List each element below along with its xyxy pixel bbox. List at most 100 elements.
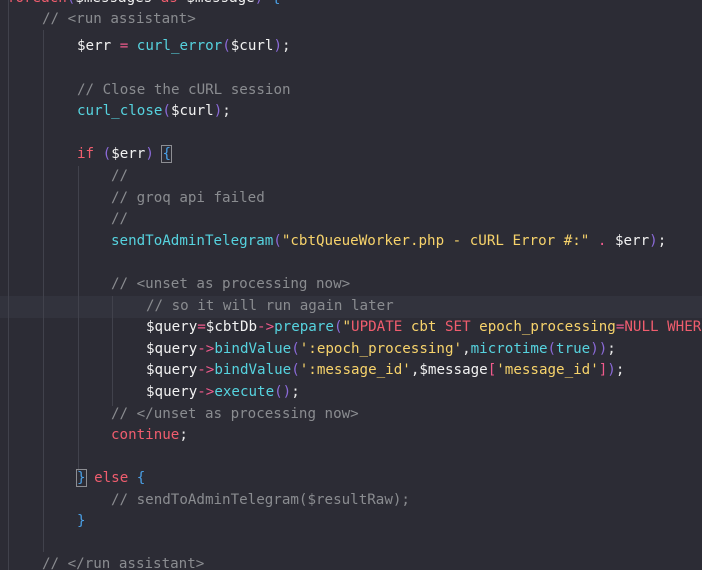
code-token: // sendToAdminTelegram($resultRaw); [111, 492, 410, 508]
code-line[interactable]: // <run assistant> [42, 9, 196, 31]
code-token: () [274, 384, 292, 400]
code-token: ; [179, 427, 188, 443]
code-token: -> [257, 319, 275, 335]
code-token: ( [222, 38, 231, 54]
code-token: // <run assistant> [42, 11, 196, 27]
code-token: // so it will run again later [146, 298, 394, 314]
code-token: $err [77, 38, 112, 54]
code-token: ( [547, 341, 557, 357]
code-token: ) [255, 0, 264, 6]
code-token: ; [615, 362, 625, 378]
code-token: ( [162, 103, 171, 119]
code-token: ':message_id' [299, 362, 411, 378]
code-line[interactable]: $query=$cbtDb->prepare("UPDATE cbt SET e… [146, 317, 702, 339]
code-token: " [342, 319, 352, 335]
code-token: // [111, 168, 129, 184]
code-token: bindValue [214, 341, 292, 357]
code-token: ) [273, 38, 283, 54]
code-line[interactable]: // Close the cURL session [77, 80, 291, 102]
code-token: microtime [470, 341, 548, 357]
code-token: ( [273, 233, 282, 249]
code-token: ':epoch_processing' [299, 341, 463, 357]
code-token: else [85, 470, 137, 486]
code-line[interactable]: } else { [76, 468, 145, 490]
code-token: ) [649, 233, 658, 249]
code-token: 'message_id' [496, 362, 599, 378]
code-token: ; [222, 103, 231, 119]
code-token: sendToAdminTelegram [111, 233, 274, 249]
code-token: epoch_processing [470, 319, 616, 335]
code-token: // [111, 211, 129, 227]
code-token: as [152, 0, 186, 6]
code-token: foreach [7, 0, 67, 6]
code-token: // </run assistant> [42, 556, 205, 570]
code-token: ( [291, 362, 300, 378]
code-token: $query [146, 319, 198, 335]
code-token: true [556, 341, 591, 357]
code-token: $curl [170, 103, 214, 119]
code-token: ) [145, 146, 154, 162]
code-token: "cbtQueueWorker.php - cURL Error #:" [281, 233, 590, 249]
code-line[interactable]: // so it will run again later [146, 296, 394, 318]
code-token: , [462, 341, 471, 357]
code-token: // <unset as processing now> [111, 276, 351, 292]
code-token: // Close the cURL session [77, 82, 291, 98]
code-token: $messages [75, 0, 152, 6]
code-line[interactable]: $query->bindValue(':message_id',$message… [146, 360, 624, 382]
code-token: $cbtDb [205, 319, 258, 335]
code-line[interactable]: $query->execute(); [146, 382, 300, 404]
code-token: . [589, 233, 615, 249]
code-token: = [111, 38, 137, 54]
code-token: ) [213, 103, 223, 119]
code-token: -> [197, 341, 215, 357]
code-token: SET [445, 319, 471, 335]
code-line[interactable]: // </unset as processing now> [111, 404, 359, 426]
code-token: execute [214, 384, 275, 400]
code-editor[interactable]: foreach ( $messages as $message) { // <run… [0, 0, 702, 570]
code-line[interactable]: if ($err) { [77, 144, 172, 166]
code-token: NULL [624, 319, 659, 335]
code-line[interactable]: // [111, 166, 128, 188]
code-line[interactable]: sendToAdminTelegram("cbtQueueWorker.php … [111, 231, 666, 253]
code-token: = [197, 319, 206, 335]
code-token: WHERE [667, 319, 702, 335]
code-line[interactable]: $err = curl_error($curl); [77, 36, 291, 58]
code-token: // groq api failed [111, 190, 265, 206]
code-token: ) [607, 362, 616, 378]
matching-bracket: { [161, 145, 172, 163]
code-token: UPDATE [351, 319, 403, 335]
code-token: $message [186, 0, 254, 6]
code-token: ; [291, 384, 300, 400]
code-line[interactable]: // </run assistant> [42, 554, 204, 570]
code-line[interactable]: $query->bindValue(':epoch_processing',mi… [146, 339, 616, 361]
code-token: )) [590, 341, 608, 357]
indent-guide [78, 166, 79, 471]
code-token: $query [146, 384, 198, 400]
code-line[interactable]: } [77, 511, 86, 533]
code-line[interactable]: // [111, 209, 128, 231]
code-line[interactable]: // groq api failed [111, 188, 265, 210]
code-token: } [77, 513, 86, 529]
code-token: cbt [402, 319, 445, 335]
code-token: -> [197, 384, 215, 400]
code-line[interactable]: // sendToAdminTelegram($resultRaw); [111, 490, 410, 512]
indent-guide [8, 0, 9, 570]
code-line[interactable]: // <unset as processing now> [111, 274, 350, 296]
code-token: // </unset as processing now> [111, 406, 359, 422]
code-token: curl_error [136, 38, 223, 54]
code-token: { [263, 0, 281, 6]
code-token: bindValue [214, 362, 292, 378]
code-line[interactable]: curl_close($curl); [77, 101, 231, 123]
code-token: ( [94, 146, 112, 162]
code-token: $query [146, 341, 198, 357]
code-line[interactable]: continue; [111, 425, 188, 447]
code-token: $message [419, 362, 488, 378]
code-token: prepare [274, 319, 334, 335]
code-token: curl_close [77, 103, 163, 119]
code-token: ( [291, 341, 300, 357]
code-token: ; [657, 233, 667, 249]
indent-guide [43, 30, 44, 552]
code-token: [ [487, 362, 497, 378]
code-token: continue [111, 427, 180, 443]
code-token: ] [598, 362, 608, 378]
